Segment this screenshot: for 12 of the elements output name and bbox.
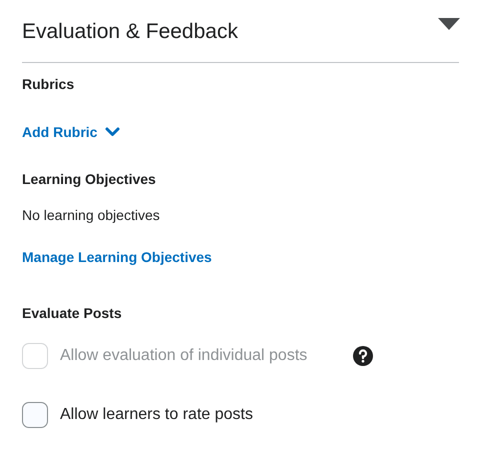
checkbox[interactable] <box>22 402 48 428</box>
section-title: Evaluation & Feedback <box>22 19 238 44</box>
checkbox-label: Allow evaluation of individual posts <box>60 347 308 365</box>
section-heading: Learning Objectives <box>22 171 157 187</box>
checkbox-label: Allow learners to rate posts <box>60 406 253 424</box>
empty-message: No learning objectives <box>22 207 161 223</box>
manage-objectives-link[interactable]: Manage Learning Objectives <box>22 249 212 265</box>
section-heading: Evaluate Posts <box>22 305 123 321</box>
section-heading: Rubrics <box>22 76 76 92</box>
chevron-down-icon <box>105 127 120 137</box>
collapse-toggle[interactable] <box>437 17 461 31</box>
add-rubric-button[interactable]: Add Rubric <box>22 124 120 140</box>
